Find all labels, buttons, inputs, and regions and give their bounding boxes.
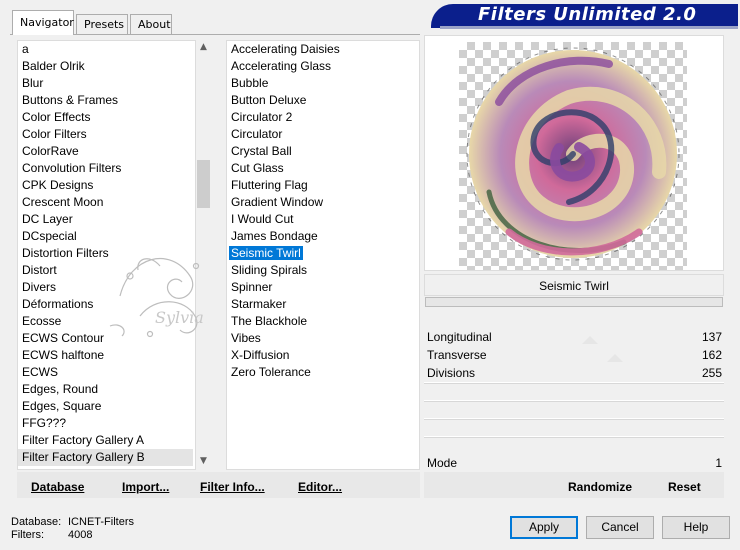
help-button[interactable]: Help (662, 516, 730, 539)
randomize-button[interactable]: Randomize (568, 480, 632, 498)
category-item[interactable]: ECWS (18, 364, 193, 381)
editor-button[interactable]: Editor... (298, 480, 342, 498)
filter-item-label: Crystal Ball (231, 144, 292, 158)
filter-item[interactable]: Zero Tolerance (227, 364, 311, 381)
category-item[interactable]: FFG??? (18, 415, 193, 432)
app-title: Filters Unlimited 2.0 (478, 4, 697, 25)
filter-item[interactable]: Circulator (227, 126, 282, 143)
filters-count-label: Filters: (11, 529, 44, 541)
filter-info-button[interactable]: Filter Info... (200, 480, 265, 498)
progress-bar (425, 297, 723, 307)
filter-item-label: Accelerating Glass (231, 59, 332, 73)
filter-item-label: Gradient Window (231, 195, 324, 209)
filter-item-label: Circulator (231, 127, 283, 141)
filters-count-value: 4008 (68, 529, 93, 541)
filter-item-label: Bubble (231, 76, 269, 90)
filter-item[interactable]: Button Deluxe (227, 92, 306, 109)
database-status-value: ICNET-Filters (68, 516, 134, 528)
tab-presets[interactable]: Presets (76, 14, 128, 34)
slider-markers (582, 336, 623, 362)
param-slot-7[interactable] (424, 436, 724, 438)
category-item[interactable]: Balder Olrik (18, 58, 193, 75)
cancel-button[interactable]: Cancel (586, 516, 654, 539)
category-item[interactable]: Filter Factory Gallery C (18, 466, 193, 469)
param-slot-4[interactable] (424, 382, 724, 384)
category-item[interactable]: Edges, Round (18, 381, 193, 398)
filter-item-label: Button Deluxe (231, 93, 307, 107)
param-slot-5[interactable] (424, 400, 724, 402)
filter-item[interactable]: Gradient Window (227, 194, 323, 211)
category-item[interactable]: Buttons & Frames (18, 92, 193, 109)
filter-item[interactable]: Fluttering Flag (227, 177, 308, 194)
reset-button[interactable]: Reset (668, 480, 701, 498)
filter-item-label: Accelerating Daisies (231, 42, 340, 56)
filter-item-label: I Would Cut (231, 212, 294, 226)
filter-item[interactable]: Circulator 2 (227, 109, 292, 126)
filter-item[interactable]: Accelerating Daisies (227, 41, 340, 58)
filter-item[interactable]: Cut Glass (227, 160, 284, 177)
category-item[interactable]: Convolution Filters (18, 160, 193, 177)
category-item[interactable]: CPK Designs (18, 177, 193, 194)
filter-item[interactable]: Crystal Ball (227, 143, 292, 160)
banner-shadow (440, 26, 738, 29)
category-item[interactable]: Color Effects (18, 109, 193, 126)
category-item[interactable]: DC Layer (18, 211, 193, 228)
category-item[interactable]: Crescent Moon (18, 194, 193, 211)
filter-item-label: Circulator 2 (231, 110, 293, 124)
preview-image (459, 42, 687, 270)
mode-value: 1 (715, 456, 722, 470)
database-status-label: Database: (11, 516, 62, 528)
mode-label: Mode (427, 456, 458, 470)
category-item[interactable]: ColorRave (18, 143, 193, 160)
filter-item-label: Cut Glass (231, 161, 284, 175)
filter-item-label: Zero Tolerance (231, 365, 311, 379)
scrollbar-thumb[interactable] (197, 160, 210, 208)
watermark-flourish (109, 258, 200, 338)
category-item[interactable]: Color Filters (18, 126, 193, 143)
database-button[interactable]: Database (31, 480, 84, 498)
category-item[interactable]: a (18, 41, 193, 58)
filter-list[interactable]: Accelerating Daisies Accelerating Glass Bu… (226, 40, 420, 470)
filter-item[interactable]: Bubble (227, 75, 268, 92)
category-item[interactable]: Filter Factory Gallery A (18, 432, 193, 449)
category-item[interactable]: Edges, Square (18, 398, 193, 415)
import-button[interactable]: Import... (122, 480, 169, 498)
filter-item-label: Fluttering Flag (231, 178, 308, 192)
filter-item[interactable]: Accelerating Glass (227, 58, 331, 75)
watermark-text: Sylvia (155, 308, 204, 327)
param-row-mode[interactable]: Mode 1 (424, 454, 724, 472)
category-item[interactable]: Blur (18, 75, 193, 92)
apply-button[interactable]: Apply (510, 516, 578, 539)
filter-item[interactable]: I Would Cut (227, 211, 293, 228)
category-item[interactable]: Filter Factory Gallery B (18, 449, 193, 466)
tab-about[interactable]: About (130, 14, 172, 34)
scroll-up-icon[interactable]: ▲ (196, 42, 211, 52)
preview-panel (424, 35, 724, 271)
tab-navigator[interactable]: Navigator (12, 10, 74, 35)
scroll-down-icon[interactable]: ▼ (196, 456, 211, 466)
param-slot-6[interactable] (424, 418, 724, 420)
filter-name-label: Seismic Twirl (424, 274, 724, 296)
